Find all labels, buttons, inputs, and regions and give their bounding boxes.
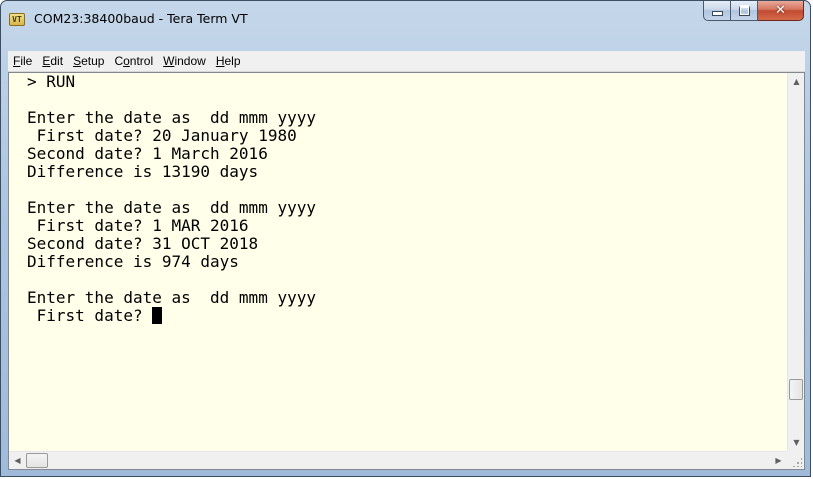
scroll-right-icon[interactable]: ▶ <box>770 452 787 469</box>
menu-help[interactable]: Help <box>211 51 246 71</box>
minimize-icon <box>711 11 723 16</box>
size-grip-icon <box>792 457 802 467</box>
terminal-client-area: > RUN Enter the date as dd mmm yyyy Firs… <box>8 72 805 470</box>
terminal-line: Second date? 31 OCT 2018 <box>27 234 259 253</box>
caption-buttons: ✕ <box>703 1 804 22</box>
terminal-line: Second date? 1 March 2016 <box>27 144 268 163</box>
terminal-prompt-text: First date? <box>27 306 153 325</box>
terminal-line: First date? 1 MAR 2016 <box>27 216 249 235</box>
window-title: COM23:38400baud - Tera Term VT <box>34 11 248 26</box>
terminal-line: > RUN <box>27 73 76 91</box>
horizontal-scroll-thumb[interactable] <box>26 453 48 468</box>
vertical-scroll-thumb[interactable] <box>789 379 803 400</box>
maximize-icon <box>738 5 750 16</box>
vertical-scrollbar[interactable]: ▲ ▼ <box>787 73 804 451</box>
scroll-left-icon[interactable]: ◀ <box>9 452 26 469</box>
terminal-prompt-line: First date? <box>27 306 163 325</box>
terminal-line: Enter the date as dd mmm yyyy <box>27 198 316 217</box>
menu-control[interactable]: Control <box>109 51 158 71</box>
terminal-line: Difference is 974 days <box>27 252 239 271</box>
close-button[interactable]: ✕ <box>758 1 804 21</box>
scroll-up-icon[interactable]: ▲ <box>788 73 805 90</box>
close-icon: ✕ <box>775 3 786 18</box>
menu-file[interactable]: File <box>8 51 37 71</box>
maximize-button[interactable] <box>731 1 758 21</box>
terminal-output[interactable]: > RUN Enter the date as dd mmm yyyy Firs… <box>9 73 787 451</box>
menu-setup[interactable]: Setup <box>68 51 109 71</box>
terminal-line: First date? 20 January 1980 <box>27 126 297 145</box>
terminal-line: Enter the date as dd mmm yyyy <box>27 288 316 307</box>
title-bar[interactable]: VT COM23:38400baud - Tera Term VT ✕ <box>1 1 810 38</box>
tera-term-window: VT COM23:38400baud - Tera Term VT ✕ File… <box>0 0 811 477</box>
menu-window[interactable]: Window <box>158 51 211 71</box>
text-cursor <box>152 307 163 324</box>
menu-edit[interactable]: Edit <box>37 51 68 71</box>
terminal-line: Difference is 13190 days <box>27 162 259 181</box>
menu-bar: File Edit Setup Control Window Help <box>8 51 805 72</box>
scroll-down-icon[interactable]: ▼ <box>788 434 805 451</box>
horizontal-scrollbar[interactable]: ◀ ▶ <box>9 451 787 469</box>
minimize-button[interactable] <box>703 1 731 21</box>
tera-term-icon[interactable]: VT <box>9 13 25 26</box>
size-grip[interactable] <box>787 451 804 469</box>
terminal-line: Enter the date as dd mmm yyyy <box>27 108 316 127</box>
